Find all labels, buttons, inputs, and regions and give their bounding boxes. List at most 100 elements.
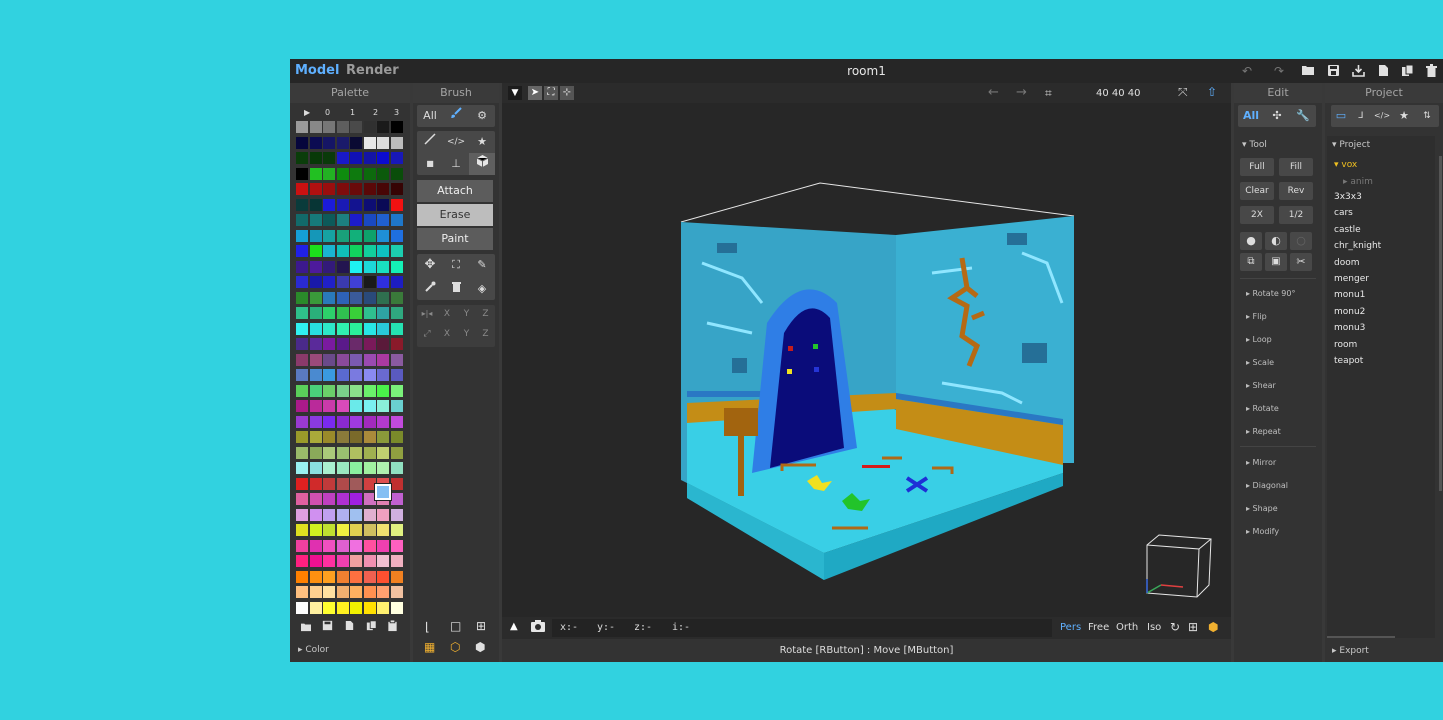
palette-swatch[interactable] xyxy=(350,446,362,459)
palette-swatch[interactable] xyxy=(323,446,335,459)
half-size-button[interactable]: 1/2 xyxy=(1279,206,1313,224)
palette-swatch[interactable] xyxy=(296,524,308,536)
palette-swatch[interactable] xyxy=(336,415,349,428)
palette-swatch[interactable] xyxy=(350,477,362,490)
palette-new-icon[interactable] xyxy=(345,620,354,634)
palette-swatch[interactable] xyxy=(296,570,308,583)
palette-swatch[interactable] xyxy=(390,601,403,614)
palette-swatch[interactable] xyxy=(296,431,308,443)
palette-swatch[interactable] xyxy=(350,555,362,567)
palette-swatch[interactable] xyxy=(309,183,322,195)
diagonal-icon[interactable]: ⤢ xyxy=(417,323,437,345)
palette-swatch[interactable] xyxy=(323,353,335,366)
palette-swatch[interactable] xyxy=(390,322,403,335)
palette-swatch[interactable] xyxy=(323,586,335,598)
model-size-readout[interactable]: 40 40 40 xyxy=(1096,88,1141,99)
palette-swatch[interactable] xyxy=(363,198,376,211)
palette-swatch[interactable] xyxy=(323,555,335,567)
paint-mode-button[interactable]: Paint xyxy=(417,228,493,250)
palette-swatch[interactable] xyxy=(350,400,362,412)
palette-swatch[interactable] xyxy=(309,136,322,149)
palette-swatch[interactable] xyxy=(336,539,349,552)
camera-mode-orth[interactable]: Orth xyxy=(1116,622,1138,633)
palette-swatch[interactable] xyxy=(377,276,389,288)
palette-swatch[interactable] xyxy=(336,245,349,257)
palette-swatch[interactable] xyxy=(350,462,362,474)
palette-swatch[interactable] xyxy=(323,307,335,319)
palette-swatch[interactable] xyxy=(309,400,322,412)
palette-swatch[interactable] xyxy=(350,338,362,350)
palette-paste-icon[interactable] xyxy=(387,619,398,635)
palette-swatch[interactable] xyxy=(323,245,335,257)
palette-swatch[interactable] xyxy=(323,338,335,350)
palette-swatch[interactable] xyxy=(390,570,403,583)
export-icon[interactable] xyxy=(1351,64,1365,78)
palette-swatch[interactable] xyxy=(350,291,362,304)
palette-swatch[interactable] xyxy=(390,477,403,490)
palette-swatch[interactable] xyxy=(377,229,389,242)
palette-swatch[interactable] xyxy=(363,322,376,335)
palette-swatch[interactable] xyxy=(350,136,362,149)
palette-swatch[interactable] xyxy=(363,384,376,397)
palette-swatch[interactable] xyxy=(377,245,389,257)
palette-swatch[interactable] xyxy=(336,524,349,536)
palette-swatch[interactable] xyxy=(390,415,403,428)
folder-vox[interactable]: ▾ vox xyxy=(1334,160,1357,170)
camera-mode-pers[interactable]: Pers xyxy=(1060,622,1081,633)
palette-swatch[interactable] xyxy=(350,245,362,257)
open-folder-icon[interactable] xyxy=(1301,64,1315,78)
fill-bucket-icon[interactable]: ◈ xyxy=(469,278,495,300)
palette-swatch[interactable] xyxy=(336,400,349,412)
palette-swatch[interactable] xyxy=(309,508,322,521)
fill-button[interactable]: Fill xyxy=(1279,158,1313,176)
palette-swatch[interactable] xyxy=(390,369,403,381)
face-select-icon[interactable]: ⊹ xyxy=(560,86,574,100)
palette-swatch[interactable] xyxy=(363,152,376,164)
pivot-arrow-icon[interactable]: ⇧ xyxy=(1207,85,1217,99)
diagonal-section[interactable]: ▸ Diagonal xyxy=(1246,481,1288,490)
palette-swatch[interactable] xyxy=(363,276,376,288)
erase-mode-button[interactable]: Erase xyxy=(417,204,493,226)
mirror-y-toggle[interactable]: Y xyxy=(457,303,476,325)
palette-swatch[interactable] xyxy=(363,508,376,521)
folder-anim[interactable]: ▸ anim xyxy=(1343,177,1373,187)
palette-swatch[interactable] xyxy=(390,245,403,257)
transform-icon[interactable]: ✣ xyxy=(1264,105,1290,127)
palette-swatch[interactable] xyxy=(309,539,322,552)
palette-swatch[interactable] xyxy=(296,415,308,428)
eyedropper-icon[interactable] xyxy=(417,278,443,300)
palette-swatch[interactable] xyxy=(350,214,362,226)
palette-swatch[interactable] xyxy=(296,400,308,412)
project-file-item[interactable]: room xyxy=(1334,340,1357,350)
palette-swatch[interactable] xyxy=(377,462,389,474)
palette-swatch[interactable] xyxy=(377,167,389,180)
project-scrollbar[interactable] xyxy=(1327,636,1395,638)
palette-swatch[interactable] xyxy=(309,307,322,319)
palette-swatch[interactable] xyxy=(350,121,362,133)
palette-swatch[interactable] xyxy=(377,415,389,428)
palette-swatch[interactable] xyxy=(336,601,349,614)
palette-swatch[interactable] xyxy=(336,369,349,381)
project-file-item[interactable]: monu3 xyxy=(1334,323,1365,333)
select-tool-icon[interactable]: ⛶ xyxy=(443,254,469,276)
palette-swatch[interactable] xyxy=(390,198,403,211)
palette-swatch[interactable] xyxy=(323,415,335,428)
palette-swatch[interactable] xyxy=(377,524,389,536)
palette-swatch[interactable] xyxy=(296,601,308,614)
palette-swatch[interactable] xyxy=(296,446,308,459)
palette-swatch[interactable] xyxy=(363,260,376,273)
diagonal-z-toggle[interactable]: Z xyxy=(476,323,495,345)
palette-swatch[interactable] xyxy=(336,121,349,133)
palette-swatch[interactable] xyxy=(377,400,389,412)
square-outline-icon[interactable]: □ xyxy=(450,619,461,633)
palette-swatch[interactable] xyxy=(309,152,322,164)
palette-swatch[interactable] xyxy=(377,322,389,335)
palette-swatch[interactable] xyxy=(377,539,389,552)
palette-swatch[interactable] xyxy=(336,353,349,366)
trash-tool-icon[interactable] xyxy=(443,278,469,300)
project-file-item[interactable]: teapot xyxy=(1334,356,1363,366)
palette-play-button[interactable]: ▶ xyxy=(304,108,310,117)
palette-swatch[interactable] xyxy=(323,260,335,273)
palette-swatch[interactable] xyxy=(390,431,403,443)
palette-swatch[interactable] xyxy=(363,431,376,443)
